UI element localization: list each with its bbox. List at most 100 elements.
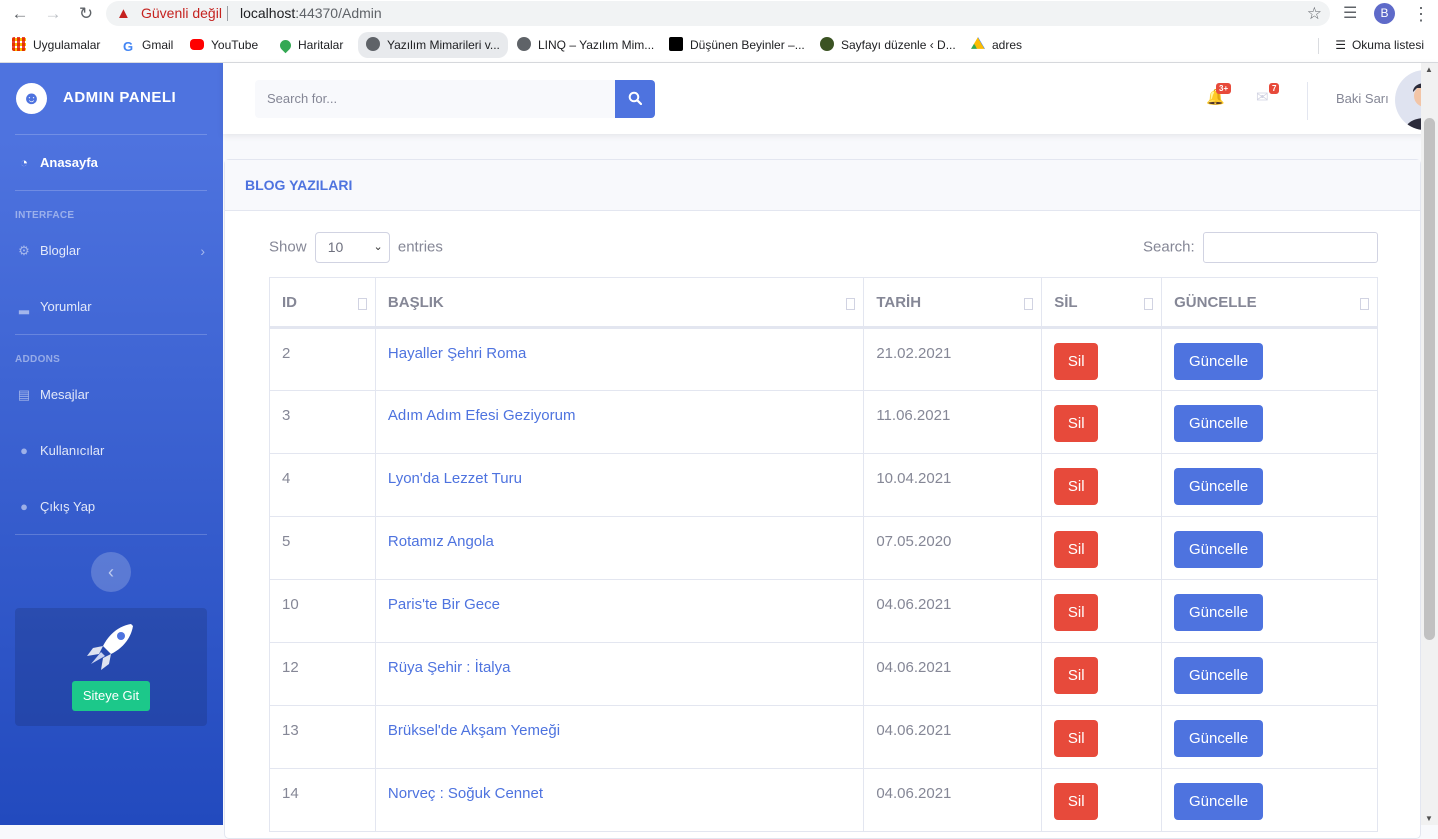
bookmark-label: Sayfayı düzenle ‹ D... [841,38,956,52]
cell-title[interactable]: Norveç : Soğuk Cennet [374,768,865,832]
bookmark-maps[interactable]: Haritalar [277,36,343,54]
entries-label: entries [397,238,443,256]
user-name[interactable]: Baki Sarı [1336,91,1389,106]
sidebar-item-label: Mesajlar [40,387,90,402]
cell-title[interactable]: Adım Adım Efesi Geziyorum [374,390,865,454]
cell-date: 04.06.2021 [863,579,1043,643]
sidebar-item-label: Çıkış Yap [40,499,96,514]
site-button[interactable]: Siteye Git [72,681,150,711]
sidebar-item-kullanicilar[interactable]: ● Kullanıcılar [15,440,207,462]
sidebar-item-mesajlar[interactable]: ▤ Mesajlar [15,384,207,406]
filter-label: Search: [1143,238,1195,256]
sidebar-item-cikis[interactable]: ● Çıkış Yap [15,496,207,518]
update-button[interactable]: Güncelle [1174,594,1264,631]
cell-delete: Sil [1041,768,1163,832]
tachometer-icon: ◔ [20,155,28,170]
update-button[interactable]: Güncelle [1174,405,1264,442]
card-title: BLOG YAZILARI [245,177,353,193]
delete-button[interactable]: Sil [1054,783,1099,820]
bookmark-label: Uygulamalar [33,38,101,52]
google-g-icon: G [122,39,134,54]
delete-button[interactable]: Sil [1054,468,1099,505]
column-header-label: SİL [1054,293,1078,311]
user-icon: ● [20,499,28,514]
cell-delete: Sil [1041,390,1163,454]
delete-button[interactable]: Sil [1054,343,1099,380]
update-button[interactable]: Güncelle [1174,468,1264,505]
delete-button[interactable]: Sil [1054,531,1099,568]
delete-button[interactable]: Sil [1054,657,1099,694]
cell-id: 2 [269,327,376,391]
entries-select[interactable]: 10 ⌄ [314,232,390,263]
sidebar-item-dashboard[interactable]: ◔ Anasayfa [15,152,207,174]
scroll-down-icon[interactable]: ▼ [1425,814,1433,823]
back-arrow-icon[interactable]: ← [9,3,31,25]
column-header-title[interactable]: BAŞLIK [374,277,865,329]
cell-title[interactable]: Rüya Şehir : İtalya [374,642,865,706]
brand-text: ADMIN PANELI [63,89,177,106]
profile-avatar[interactable]: B [1374,3,1395,24]
delete-button[interactable]: Sil [1054,594,1099,631]
bookmark-star-icon[interactable]: ☆ [1307,1,1322,26]
update-button[interactable]: Güncelle [1174,657,1264,694]
address-bar[interactable]: ▲ Güvenli değil localhost:44370/Admin ☆ [106,1,1330,26]
forward-arrow-icon[interactable]: → [42,3,64,25]
column-header-update[interactable]: GÜNCELLE [1161,277,1378,329]
messages-icon: ▤ [17,387,31,402]
bookmark-adres[interactable]: adres [971,36,1022,54]
cell-title[interactable]: Hayaller Şehri Roma [374,327,865,391]
cell-id: 12 [269,642,376,706]
delete-button[interactable]: Sil [1054,405,1099,442]
cell-id: 14 [269,768,376,832]
cell-update: Güncelle [1161,642,1378,706]
cell-date: 04.06.2021 [863,705,1043,769]
update-button[interactable]: Güncelle [1174,720,1264,757]
blog-table: ID BAŞLIK TARİH SİL GÜNCELLE 2 Hayaller … [269,277,1378,832]
cell-title[interactable]: Paris'te Bir Gece [374,579,865,643]
cell-date: 11.06.2021 [863,390,1043,454]
table-header-row: ID BAŞLIK TARİH SİL GÜNCELLE [269,277,1378,329]
update-button[interactable]: Güncelle [1174,783,1264,820]
cell-title[interactable]: Brüksel'de Akşam Yemeği [374,705,865,769]
sidebar-item-bloglar[interactable]: ⚙ Bloglar › [15,240,207,262]
bookmark-yazilim[interactable]: Yazılım Mimarileri v... [358,32,508,58]
search-button[interactable] [615,80,655,118]
bookmark-dusunen[interactable]: Düşünen Beyinler –... [669,36,805,54]
bookmark-youtube[interactable]: YouTube [190,36,258,54]
cell-delete: Sil [1041,453,1163,517]
brand[interactable]: ☻ ADMIN PANELI [0,63,223,133]
scroll-up-icon[interactable]: ▲ [1425,65,1433,74]
column-header-id[interactable]: ID [269,277,376,329]
media-queue-icon[interactable]: ☰ [1343,3,1357,25]
page-scrollbar[interactable]: ▲ ▼ [1421,63,1438,825]
bookmark-gmail[interactable]: G Gmail [121,36,173,54]
warning-triangle-icon: ▲ [116,5,131,22]
sidebar-toggle-button[interactable]: ‹ [91,552,131,592]
maps-pin-icon [277,37,294,54]
sidebar-item-yorumlar[interactable]: ▂ Yorumlar [15,296,207,318]
cell-title[interactable]: Rotamız Angola [374,516,865,580]
messages-button[interactable]: ✉ 7 [1256,83,1280,106]
search-input[interactable]: Search for... [255,80,615,118]
column-header-delete[interactable]: SİL [1041,277,1163,329]
reload-icon[interactable]: ↻ [75,3,97,25]
scroll-thumb[interactable] [1424,118,1435,640]
user-icon: ● [20,443,28,458]
table-row: 10 Paris'te Bir Gece 04.06.2021 Sil Günc… [269,579,1378,643]
reading-list[interactable]: ☰ Okuma listesi [1335,36,1424,54]
column-header-date[interactable]: TARİH [863,277,1043,329]
chevron-right-icon: › [200,243,205,259]
update-button[interactable]: Güncelle [1174,343,1264,380]
table-search-input[interactable] [1202,232,1378,263]
bookmark-linq[interactable]: LINQ – Yazılım Mim... [517,36,654,54]
delete-button[interactable]: Sil [1054,720,1099,757]
sort-icon [357,298,367,310]
bookmark-sayfayi[interactable]: Sayfayı düzenle ‹ D... [820,36,956,54]
cell-title[interactable]: Lyon'da Lezzet Turu [374,453,865,517]
kebab-menu-icon[interactable]: ⋮ [1412,3,1430,25]
bookmark-apps[interactable]: Uygulamalar [12,36,100,54]
update-button[interactable]: Güncelle [1174,531,1264,568]
sidebar-item-label: Bloglar [40,243,81,258]
search-icon [628,91,643,106]
alerts-button[interactable]: 🔔 3+ [1206,83,1232,106]
